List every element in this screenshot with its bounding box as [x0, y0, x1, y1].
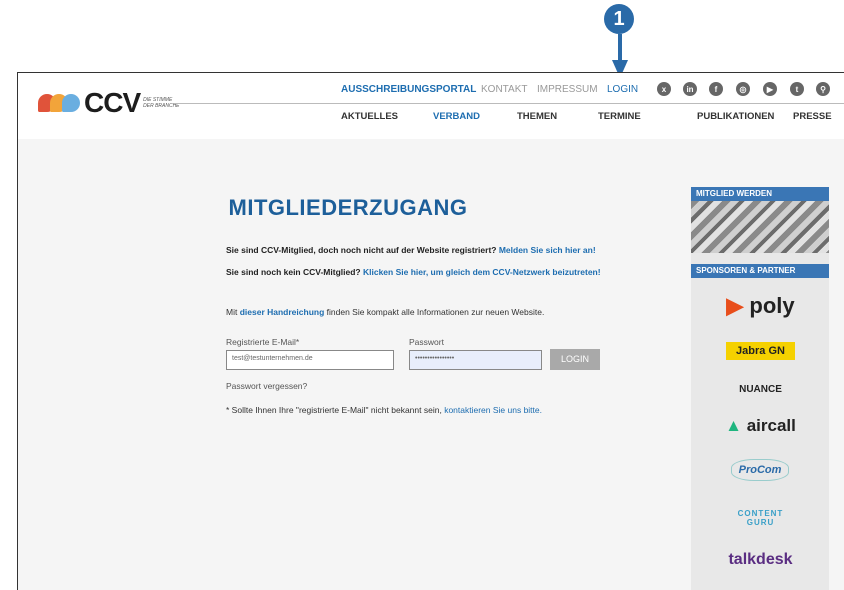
linkedin-icon[interactable]: in [683, 82, 697, 96]
login-button[interactable]: LOGIN [550, 349, 600, 370]
password-field[interactable]: •••••••••••••••• [409, 350, 542, 370]
email-label: Registrierte E-Mail* [226, 337, 300, 347]
youtube-icon[interactable]: ▶ [763, 82, 777, 96]
topnav-ausschreibungsportal[interactable]: AUSSCHREIBUNGSPORTAL [341, 84, 476, 95]
sponsor-aircall-logo[interactable]: ▲ aircall [723, 416, 798, 436]
topnav-kontakt[interactable]: KONTAKT [481, 84, 527, 95]
instagram-icon[interactable]: ◎ [736, 82, 750, 96]
topnav-impressum[interactable]: IMPRESSUM [537, 84, 598, 95]
browser-frame: CCV DIE STIMME DER BRANCHE AUSSCHREIBUNG… [17, 72, 844, 590]
search-icon[interactable]: ⚲ [816, 82, 830, 96]
header-divider [174, 103, 844, 104]
membership-hint-text: Sie sind noch kein CCV-Mitglied? [226, 267, 361, 277]
password-label: Passwort [409, 337, 444, 347]
sponsor-talkdesk-logo[interactable]: talkdesk [723, 551, 798, 569]
sponsor-name: poly [749, 293, 795, 318]
topnav-login[interactable]: LOGIN [607, 84, 638, 95]
nav-aktuelles[interactable]: AKTUELLES [341, 111, 398, 122]
sponsor-jabra-logo[interactable]: Jabra GN [726, 342, 795, 360]
ccv-logo[interactable]: CCV DIE STIMME DER BRANCHE [38, 87, 183, 119]
guide-hint: Mit dieser Handreichung finden Sie kompa… [226, 305, 656, 319]
twitter-icon[interactable]: t [790, 82, 804, 96]
sponsor-contentguru-logo[interactable]: CONTENT GURU [723, 509, 798, 527]
site-header: CCV DIE STIMME DER BRANCHE AUSSCHREIBUNG… [18, 73, 844, 139]
sponsor-procom-logo[interactable]: ProCom [731, 459, 789, 481]
sponsor-name: aircall [746, 416, 796, 435]
member-banner-image[interactable] [691, 201, 829, 253]
nav-termine[interactable]: TERMINE [598, 111, 641, 122]
poly-mark-icon: ▶ [726, 293, 744, 318]
email-note-text: * Sollte Ihnen Ihre "registrierte E-Mail… [226, 405, 442, 415]
forgot-password-link[interactable]: Passwort vergessen? [226, 381, 307, 391]
sidebar: MITGLIED WERDEN SPONSOREN & PARTNER ▶ po… [691, 187, 829, 590]
email-note: * Sollte Ihnen Ihre "registrierte E-Mail… [226, 403, 656, 417]
sponsors-heading: SPONSOREN & PARTNER [691, 264, 829, 278]
facebook-icon[interactable]: f [709, 82, 723, 96]
guide-link[interactable]: dieser Handreichung [240, 307, 325, 317]
guide-hint-post: finden Sie kompakt alle Informationen zu… [326, 307, 545, 317]
annotation-marker-1: 1 [604, 4, 634, 34]
email-field[interactable]: test@testunternehmen.de [226, 350, 394, 370]
page-title: MITGLIEDERZUGANG [228, 195, 468, 220]
nav-publikationen[interactable]: PUBLIKATIONEN [697, 111, 774, 122]
membership-hint: Sie sind noch kein CCV-Mitglied? Klicken… [226, 265, 606, 279]
sponsor-poly-logo[interactable]: ▶ poly [723, 293, 798, 319]
logo-bubble-blue-icon [62, 94, 80, 112]
registration-hint: Sie sind CCV-Mitglied, doch noch nicht a… [226, 243, 656, 257]
contact-link[interactable]: kontaktieren Sie uns bitte. [444, 405, 542, 415]
member-heading[interactable]: MITGLIED WERDEN [691, 187, 829, 201]
nav-themen[interactable]: THEMEN [517, 111, 557, 122]
nav-verband[interactable]: VERBAND [433, 111, 480, 122]
logo-brand: CCV [84, 87, 141, 118]
screenshot-stage: 1 2 CCV DIE STIMME DER BRANCHE AUSSCHREI… [0, 0, 844, 590]
nav-presse[interactable]: PRESSE [793, 111, 832, 122]
xing-icon[interactable]: x [657, 82, 671, 96]
join-network-link[interactable]: Klicken Sie hier, um gleich dem CCV-Netz… [363, 267, 601, 277]
guide-hint-pre: Mit [226, 307, 238, 317]
register-link[interactable]: Melden Sie sich hier an! [499, 245, 596, 255]
registration-hint-text: Sie sind CCV-Mitglied, doch noch nicht a… [226, 245, 497, 255]
sponsor-nuance-logo[interactable]: NUANCE [723, 384, 798, 395]
aircall-mark-icon: ▲ [725, 416, 742, 435]
